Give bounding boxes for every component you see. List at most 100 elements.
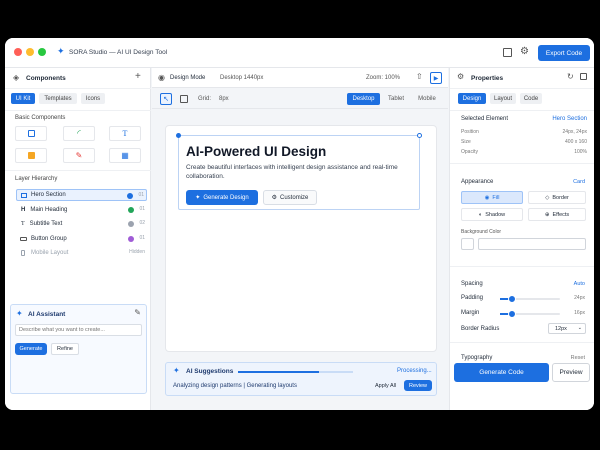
margin-slider[interactable] <box>500 310 560 318</box>
layer-color-dot <box>128 221 134 227</box>
sparkle-icon: ✦ <box>173 366 180 375</box>
grid-component[interactable]: ▦ <box>109 148 141 163</box>
layer-name: Button Group <box>31 236 67 242</box>
collapse-icon[interactable] <box>580 73 587 80</box>
text-component[interactable]: T <box>109 126 141 141</box>
shadow-icon: ◐ <box>478 211 483 218</box>
generate-code-button[interactable]: Generate Code <box>454 363 549 382</box>
shape-component[interactable]: ◜ <box>63 126 95 141</box>
export-code-button[interactable]: Export Code <box>538 45 590 61</box>
shadow-button[interactable]: ◐ Shadow <box>461 208 523 221</box>
generate-design-label: Generate Design <box>203 194 249 201</box>
tab-design[interactable]: Design <box>458 93 486 104</box>
settings-icon[interactable]: ⚙ <box>520 46 529 57</box>
ai-suggestions-title: AI Suggestions <box>186 368 234 375</box>
margin-slider-knob[interactable] <box>508 310 516 318</box>
layer-item-subtitle-text[interactable]: T Subtitle Text 02 <box>16 218 147 230</box>
padding-label: Padding <box>461 295 484 301</box>
grid-icon: ▦ <box>121 151 129 160</box>
container-component[interactable] <box>15 126 47 141</box>
review-button[interactable]: Review <box>404 380 432 391</box>
effects-icon: ⊕ <box>544 211 550 218</box>
customize-button[interactable]: ⚙ Customize <box>263 190 317 205</box>
design-mode-label: Design Mode <box>170 75 206 81</box>
generate-design-button[interactable]: ✦ Generate Design <box>186 190 258 205</box>
text-icon: T <box>21 221 25 227</box>
left-panel: ◈ Components + UI Kit Templates Icons Ba… <box>5 68 151 410</box>
preview-button[interactable]: Preview <box>552 363 590 382</box>
tab-templates[interactable]: Templates <box>39 93 77 104</box>
refresh-icon[interactable]: ↻ <box>567 72 574 81</box>
hero-heading: AI-Powered UI Design <box>186 144 327 159</box>
share-icon[interactable]: ⇧ <box>416 72 423 81</box>
tab-code[interactable]: Code <box>520 93 542 104</box>
ai-assistant-card: ✦ AI Assistant ✎ Generate Refine <box>10 304 147 394</box>
minimize-window-dot[interactable] <box>26 48 34 56</box>
frame-tool-icon[interactable] <box>180 95 188 103</box>
layer-item-mobile-layout[interactable]: Mobile Layout Hidden <box>16 247 147 259</box>
tab-ui-kit[interactable]: UI Kit <box>11 93 35 104</box>
view-desktop[interactable]: Desktop <box>347 93 380 105</box>
spacing-auto-link[interactable]: Auto <box>574 281 585 287</box>
view-tablet[interactable]: Tablet <box>384 93 408 105</box>
background-color-input[interactable] <box>478 238 586 250</box>
mobile-icon <box>21 250 25 256</box>
layer-item-main-heading[interactable]: H Main Heading 01 <box>16 204 147 216</box>
resize-handle[interactable] <box>176 133 181 138</box>
layer-color-dot <box>128 207 134 213</box>
layer-item-hero-section[interactable]: Hero Section 01 <box>16 189 147 201</box>
save-icon[interactable] <box>503 48 512 57</box>
gear-icon: ⚙ <box>457 72 465 81</box>
apply-all-button[interactable]: Apply All <box>375 383 396 389</box>
view-mobile[interactable]: Mobile <box>414 93 440 105</box>
spacing-title: Spacing <box>461 281 483 287</box>
pen-icon: ✎ <box>75 151 83 160</box>
hero-section[interactable]: AI-Powered UI Design Create beautiful in… <box>176 133 422 210</box>
resize-handle[interactable] <box>417 133 422 138</box>
background-color-label: Background Color <box>461 229 502 235</box>
button-icon <box>20 237 27 241</box>
select-tool-icon[interactable]: ↖ <box>160 93 172 105</box>
effects-button[interactable]: ⊕ Effects <box>528 208 586 221</box>
components-title: Components <box>26 75 66 82</box>
ai-prompt-input[interactable] <box>15 324 142 336</box>
tab-icons[interactable]: Icons <box>81 93 105 104</box>
appearance-card-link[interactable]: Card <box>573 179 585 185</box>
border-button[interactable]: ◇ Border <box>528 191 586 204</box>
add-icon[interactable]: + <box>135 71 141 82</box>
ai-generate-button[interactable]: Generate <box>15 343 47 355</box>
ai-refine-button[interactable]: Refine <box>51 343 79 355</box>
padding-slider-knob[interactable] <box>508 295 516 303</box>
edit-icon[interactable]: ✎ <box>134 308 141 317</box>
properties-title: Properties <box>471 75 504 82</box>
layer-hierarchy-title: Layer Hierarchy <box>15 176 58 182</box>
shadow-label: Shadow <box>485 211 506 218</box>
square-icon <box>27 130 35 137</box>
maximize-window-dot[interactable] <box>38 48 46 56</box>
layers-icon: ◈ <box>13 73 20 82</box>
effects-label: Effects <box>552 211 570 218</box>
close-window-dot[interactable] <box>14 48 22 56</box>
pen-component[interactable]: ✎ <box>63 148 95 163</box>
padding-value: 24px <box>574 295 585 301</box>
layer-item-button-group[interactable]: Button Group 01 <box>16 233 147 245</box>
tab-layout[interactable]: Layout <box>490 93 516 104</box>
play-button[interactable]: ▶ <box>430 72 442 84</box>
app-title: SORA Studio — AI UI Design Tool <box>69 49 168 56</box>
canvas-frame[interactable]: AI-Powered UI Design Create beautiful in… <box>165 125 437 352</box>
padding-slider[interactable] <box>500 295 560 303</box>
background-color-swatch[interactable] <box>461 238 474 250</box>
margin-label: Margin <box>461 310 480 316</box>
suggestions-progress-fill <box>238 371 319 373</box>
text-icon: T <box>122 129 128 138</box>
selected-element-value: Hero Section <box>552 116 587 122</box>
device-label: Desktop 1440px <box>220 75 264 81</box>
typography-reset-link[interactable]: Reset <box>571 355 585 361</box>
fill-button[interactable]: ◉ Fill <box>461 191 523 204</box>
prop-opacity-value: 100% <box>574 149 587 155</box>
layer-color-dot <box>128 236 134 242</box>
border-radius-select[interactable]: 12px ⌄ <box>548 323 586 334</box>
suggestions-status-line: Analyzing design patterns | Generating l… <box>173 383 297 389</box>
image-component[interactable] <box>15 148 47 163</box>
layer-name: Subtitle Text <box>29 221 63 227</box>
